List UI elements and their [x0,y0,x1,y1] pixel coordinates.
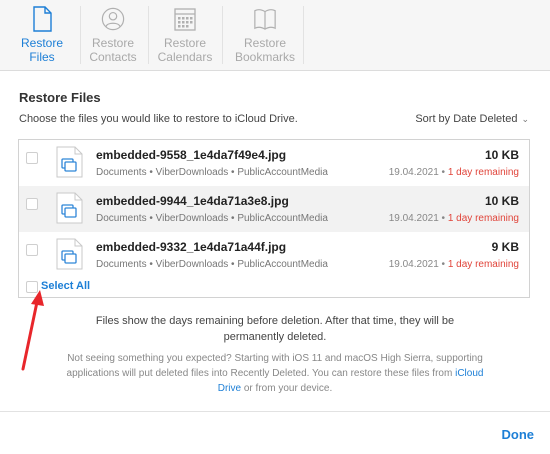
file-path: Documents • ViberDownloads • PublicAccou… [96,167,328,178]
file-name: embedded-9332_1e4da71a44f.jpg [96,240,287,254]
chevron-down-icon: ⌄ [521,114,529,124]
tab-restore-bookmarks[interactable]: Restore Bookmarks [228,0,302,70]
file-size: 9 KB [491,240,519,254]
days-remaining: 1 day remaining [447,259,519,270]
file-date: 19.04.2021 • 1 day remaining [388,167,519,178]
deleted-date: 19.04.2021 [388,167,439,178]
select-all-checkbox[interactable] [26,281,38,293]
restore-toolbar: Restore Files Restore Contacts Restore C… [0,0,550,71]
tab-restore-calendars[interactable]: Restore Calendars [148,0,222,70]
done-button[interactable]: Done [502,427,535,442]
info-text-end: or from your device. [241,383,333,394]
recently-deleted-info: Not seeing something you expected? Start… [55,351,495,396]
file-name: embedded-9558_1e4da7f49e4.jpg [96,148,287,162]
deleted-date: 19.04.2021 [388,259,439,270]
file-checkbox[interactable] [26,198,38,210]
file-path: Documents • ViberDownloads • PublicAccou… [96,259,328,270]
tab-label-line1: Restore [91,36,135,50]
toolbar-divider [303,6,304,64]
file-checkbox[interactable] [26,152,38,164]
file-date: 19.04.2021 • 1 day remaining [388,213,519,224]
file-size: 10 KB [484,148,519,162]
file-name: embedded-9944_1e4da71a3e8.jpg [96,194,289,208]
tab-label-line1: Restore [243,36,287,50]
file-row[interactable]: embedded-9558_1e4da7f49e4.jpg Documents … [19,140,529,186]
file-icon [33,6,52,32]
deleted-date: 19.04.2021 [388,213,439,224]
tab-label-line2: Files [29,50,55,64]
image-file-icon [56,192,83,224]
file-row[interactable]: embedded-9944_1e4da71a3e8.jpg Documents … [19,186,529,232]
footer-divider [0,411,550,412]
tab-label-line2: Bookmarks [234,50,296,64]
page-subtitle: Choose the files you would like to resto… [19,113,298,125]
deletion-info-text: Files show the days remaining before del… [95,315,455,343]
days-remaining: 1 day remaining [447,167,519,178]
file-list: embedded-9558_1e4da7f49e4.jpg Documents … [18,139,530,298]
file-row[interactable]: embedded-9332_1e4da71a44f.jpg Documents … [19,232,529,278]
contact-icon [101,7,125,31]
file-size: 10 KB [484,194,519,208]
info-text-start: Not seeing something you expected? Start… [66,353,483,379]
file-path: Documents • ViberDownloads • PublicAccou… [96,213,328,224]
tab-label-line2: Calendars [157,50,213,64]
tab-restore-contacts[interactable]: Restore Contacts [76,0,150,70]
sort-dropdown[interactable]: Sort by Date Deleted ⌄ [415,113,529,125]
image-file-icon [56,238,83,270]
sort-label: Sort by Date Deleted [415,113,518,125]
toolbar-divider [222,6,223,64]
file-date: 19.04.2021 • 1 day remaining [388,259,519,270]
days-remaining: 1 day remaining [447,213,519,224]
file-checkbox[interactable] [26,244,38,256]
page-title: Restore Files [19,90,101,105]
tab-label-line2: Contacts [89,50,137,64]
select-all-button[interactable]: Select All [41,280,90,292]
tab-label-line1: Restore [163,36,207,50]
book-icon [254,9,276,30]
image-file-icon [56,146,83,178]
tab-restore-files[interactable]: Restore Files [5,0,79,70]
calendar-icon [174,8,196,31]
tab-label-line1: Restore [20,36,64,50]
